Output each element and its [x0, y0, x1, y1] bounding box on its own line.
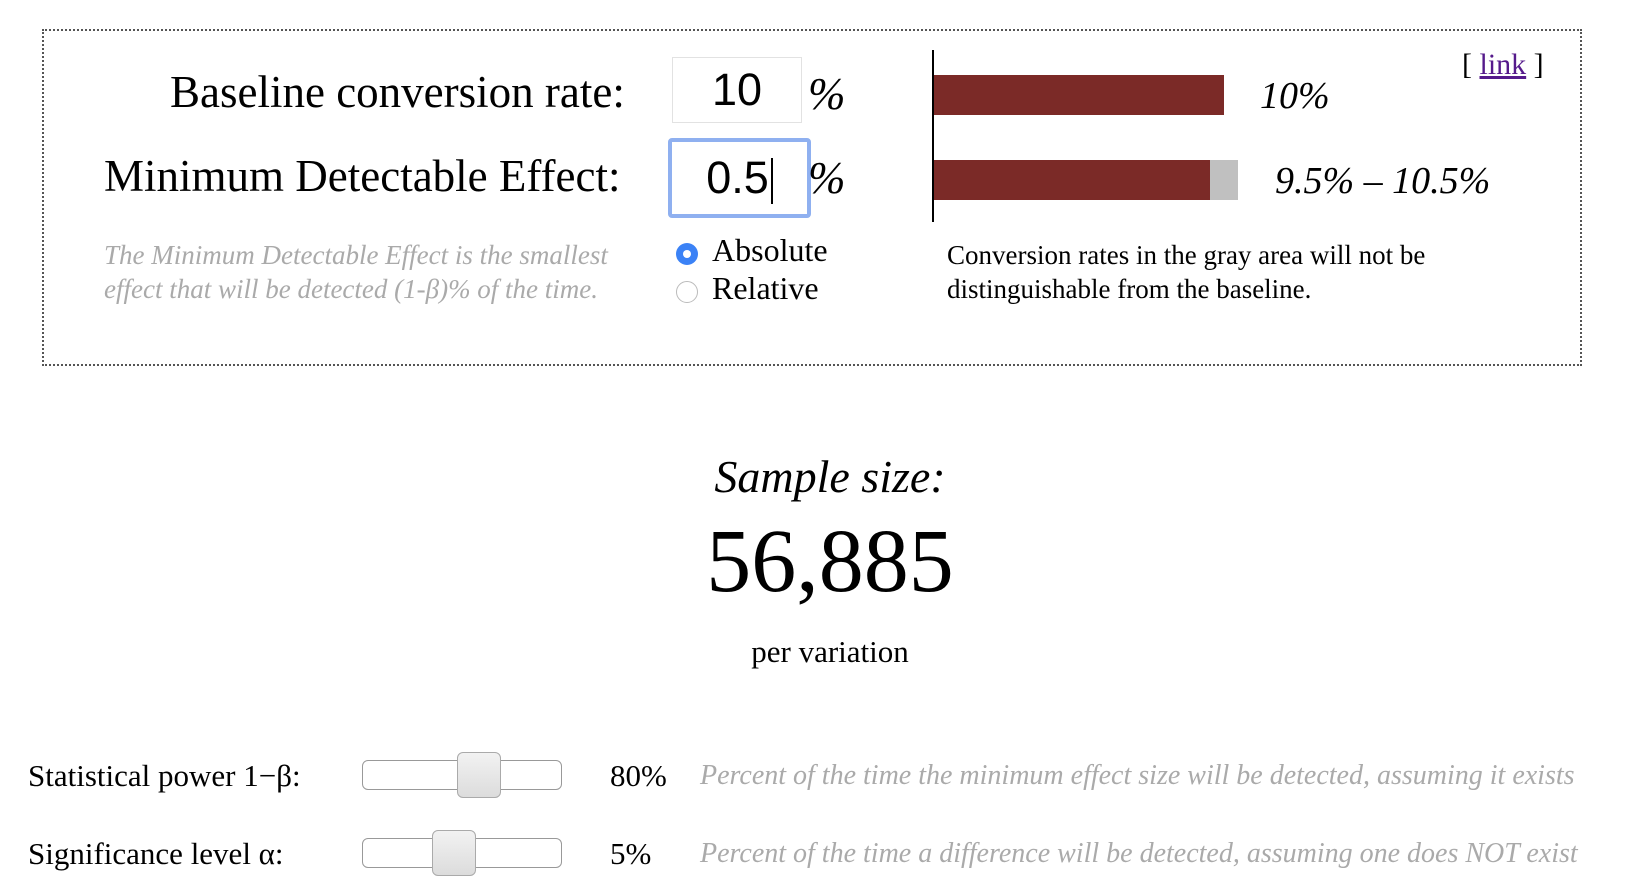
radio-relative[interactable]	[676, 281, 698, 303]
permalink: [ link ]	[1462, 48, 1544, 81]
mde-input-value: 0.5	[706, 152, 769, 203]
significance-help-text: Percent of the time a difference will be…	[700, 838, 1578, 869]
baseline-label: Baseline conversion rate:	[170, 67, 625, 117]
sample-size-unit: per variation	[751, 634, 909, 669]
mde-percent-sign: %	[808, 153, 846, 203]
radio-absolute[interactable]	[676, 243, 698, 265]
significance-label: Significance level α:	[28, 836, 284, 871]
power-label: Statistical power 1−β:	[28, 758, 301, 793]
gray-area-note: Conversion rates in the gray area will n…	[947, 240, 1426, 304]
power-help-text: Percent of the time the minimum effect s…	[700, 760, 1575, 791]
baseline-input[interactable]: 10	[672, 57, 802, 123]
power-value: 80%	[610, 758, 667, 793]
baseline-bar	[934, 75, 1224, 115]
mde-input[interactable]: 0.5	[668, 138, 811, 218]
baseline-bar-label: 10%	[1260, 75, 1330, 117]
text-cursor	[770, 158, 773, 205]
range-bar-label: 9.5% – 10.5%	[1275, 160, 1491, 202]
sample-size-title: Sample size:	[714, 451, 946, 502]
mde-label: Minimum Detectable Effect:	[104, 151, 621, 201]
range-bar-red	[934, 160, 1210, 200]
significance-slider-thumb[interactable]	[432, 830, 476, 876]
significance-value: 5%	[610, 836, 652, 871]
power-slider-thumb[interactable]	[457, 752, 501, 798]
radio-absolute-label: Absolute	[712, 232, 828, 268]
sample-size-value: 56,885	[706, 512, 954, 611]
mde-help-text: The Minimum Detectable Effect is the sma…	[104, 240, 608, 304]
range-bar-gray	[1210, 160, 1238, 200]
radio-relative-label: Relative	[712, 270, 819, 306]
baseline-percent-sign: %	[808, 69, 846, 119]
link-anchor[interactable]: link	[1480, 48, 1527, 81]
